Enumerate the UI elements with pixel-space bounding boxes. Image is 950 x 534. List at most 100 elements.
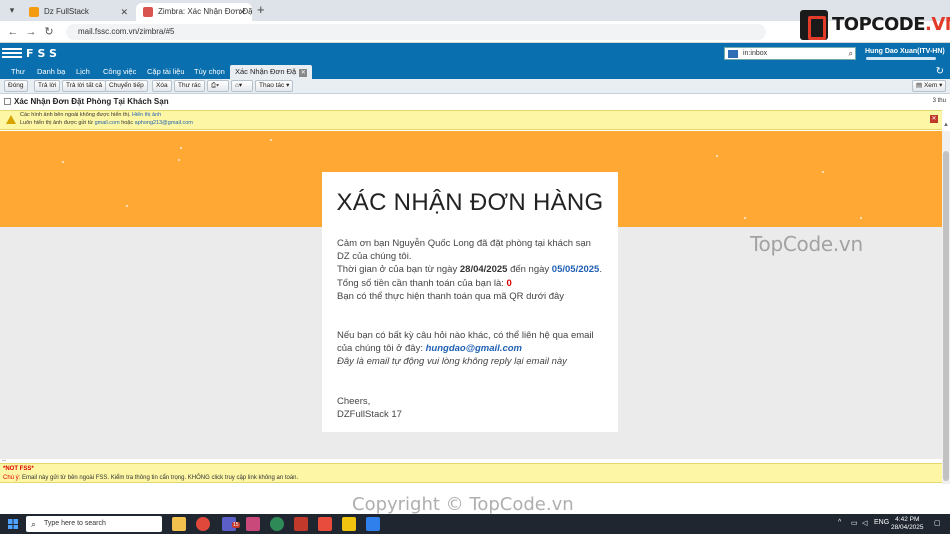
sparkle-dot [822,171,824,173]
contact-email-link[interactable]: hungdao@gmail.com [426,343,522,354]
message-subject: Xác Nhận Đơn Đặt Phòng Tại Khách Sạn [4,97,169,106]
chrome-icon[interactable] [196,517,210,531]
email-body: XÁC NHẬN ĐƠN HÀNG Cảm ơn bạn Nguyễn Quốc… [0,131,942,459]
tab-search-icon[interactable]: ▾ [6,4,18,16]
volume-icon[interactable]: ◁ [862,519,867,527]
stay-dates: Thời gian ở của bạn từ ngày 28/04/2025 đ… [337,264,602,276]
reload-icon[interactable]: ↻ [42,25,56,39]
browser-tab-dz-fullstack[interactable]: Dz FullStack ✕ [22,3,134,21]
contact-line: Nếu bạn có bất kỳ câu hỏi nào khác, có t… [337,330,594,355]
favicon-icon [29,7,39,17]
external-images-warning: Các hình ảnh bên ngoài không được hiển t… [0,110,942,130]
scrollbar-thumb[interactable] [943,151,949,481]
tab-preferences[interactable]: Tùy chọn [189,65,230,79]
tray-chevron-icon[interactable]: ^ [838,519,841,526]
close-icon[interactable]: ✕ [299,69,308,77]
new-tab-icon[interactable]: + [257,2,265,17]
message-time: 3 thu [932,98,946,104]
favicon-icon [143,7,153,17]
date-to: 05/05/2025 [551,264,600,276]
refresh-icon[interactable]: ↻ [936,66,944,77]
network-icon[interactable]: ▭ [851,519,858,527]
close-button[interactable]: Đóng [4,80,28,92]
app-icon[interactable] [270,517,284,531]
tab-briefcase[interactable]: Cặp tài liệu [142,65,190,79]
scrollbar[interactable] [942,131,950,484]
forward-button[interactable]: Chuyển tiếp [105,80,148,92]
notification-badge: 15 [232,522,240,528]
mail-icon [728,50,738,58]
external-sender-notice: *NOT FSS* Chú ý: Email này gửi từ bên ng… [0,463,942,483]
dismiss-warning-icon[interactable]: ✕ [930,115,938,123]
app-icon[interactable] [342,517,356,531]
total-amount: 0 [506,277,512,289]
tab-tasks[interactable]: Công việc [98,65,141,79]
reply-all-button[interactable]: Trả lời tất cả [62,80,107,92]
trust-domain-link[interactable]: gmail.com [95,120,120,126]
tab-contacts[interactable]: Danh bạ [32,65,70,79]
search-input[interactable]: in:inbox ⌕ [724,47,856,60]
collapse-toggle-icon[interactable] [4,98,11,105]
closing-line: Cheers, [337,395,371,407]
tab-calendar[interactable]: Lịch [71,65,95,79]
topcode-logo: TOPCODE.VN [800,10,950,40]
clock[interactable]: 4:42 PM 28/04/2025 [891,516,924,532]
total-line: Tổng số tiền cần thanh toán của bạn là: … [337,277,512,289]
sparkle-dot [178,159,180,161]
quota-bar [866,57,936,60]
browser-tab-zimbra[interactable]: Zimbra: Xác Nhận Đơn Đặt Phò ✕ [136,3,252,21]
app-icon[interactable] [294,517,308,531]
scroll-up-icon[interactable]: ▲ [942,122,950,130]
search-icon: ⌕ [31,519,37,529]
signature: DZFullStack 17 [337,408,402,420]
view-button[interactable]: ▤ Xem ▾ [912,80,947,92]
order-confirmation-card: XÁC NHẬN ĐƠN HÀNG Cảm ơn bạn Nguyễn Quốc… [322,172,618,432]
forward-icon[interactable]: → [24,25,38,39]
qr-line: Bạn có thể thực hiện thanh toán qua mã Q… [337,290,565,302]
windows-start-icon[interactable] [8,519,18,529]
sparkle-dot [62,161,64,163]
auto-reply-note: Đây là email tự động vui lòng không repl… [337,356,567,368]
mail-toolbar: Đóng Trả lời Trả lời tất cả Chuyển tiếp … [0,79,950,94]
tab-mail[interactable]: Thư [6,65,30,79]
sparkle-dot [860,217,862,219]
sparkle-dot [180,147,182,149]
message-header: Xác Nhận Đơn Đặt Phòng Tại Khách Sạn 3 t… [0,96,950,108]
back-icon[interactable]: ← [6,25,20,39]
copyright-watermark: Copyright © TopCode.vn [352,494,574,515]
date-from: 28/04/2025 [459,264,508,276]
search-icon[interactable]: ⌕ [849,48,853,60]
input-language[interactable]: ENG [874,519,889,526]
spam-button[interactable]: Thư rác [174,80,205,92]
print-icon[interactable]: ⎙▾ [207,80,229,92]
view-icon: ▤ [916,82,923,89]
warning-line-2: Luôn hiển thị ảnh được gửi từ gmail.com … [20,120,193,126]
vscode-icon[interactable] [366,517,380,531]
app-icon[interactable] [318,517,332,531]
sparkle-dot [126,205,128,207]
app-tabs: Thư Danh bạ Lịch Công việc Cặp tài liệu … [0,65,950,79]
delete-button[interactable]: Xóa [152,80,172,92]
tab-current-message[interactable]: Xác Nhận Đơn Đặ ✕ [230,65,313,79]
sparkle-dot [716,155,718,157]
tag-icon[interactable]: ⌂▾ [231,80,253,92]
fss-logo-icon [2,48,22,60]
notifications-icon[interactable]: ▢ [934,519,941,527]
reply-button[interactable]: Trả lời [34,80,61,92]
actions-button[interactable]: Thao tác ▾ [255,80,294,92]
warning-icon [6,115,16,124]
trust-sender-link[interactable]: aphong213@gmail.com [135,120,193,126]
close-icon[interactable]: ✕ [238,3,246,21]
zimbra-header: FSS in:inbox ⌕ Hung Dao Xuan(ITV-HN) [0,43,950,65]
file-explorer-icon[interactable] [172,517,186,531]
sparkle-dot [270,139,272,141]
show-images-link[interactable]: Hiển thị ảnh [132,112,161,118]
close-icon[interactable]: ✕ [120,3,128,21]
email-content: Cảm ơn bạn Nguyễn Quốc Long đã đặt phòng… [337,237,603,421]
url-field[interactable]: mail.fssc.com.vn/zimbra/#5 [66,24,766,40]
topcode-logo-text: TOPCODE.VN [832,14,950,35]
user-name[interactable]: Hung Dao Xuan(ITV-HN) [865,48,945,55]
taskbar-search-input[interactable]: ⌕ Type here to search [26,516,162,532]
sparkle-dot [744,217,746,219]
app-icon[interactable] [246,517,260,531]
